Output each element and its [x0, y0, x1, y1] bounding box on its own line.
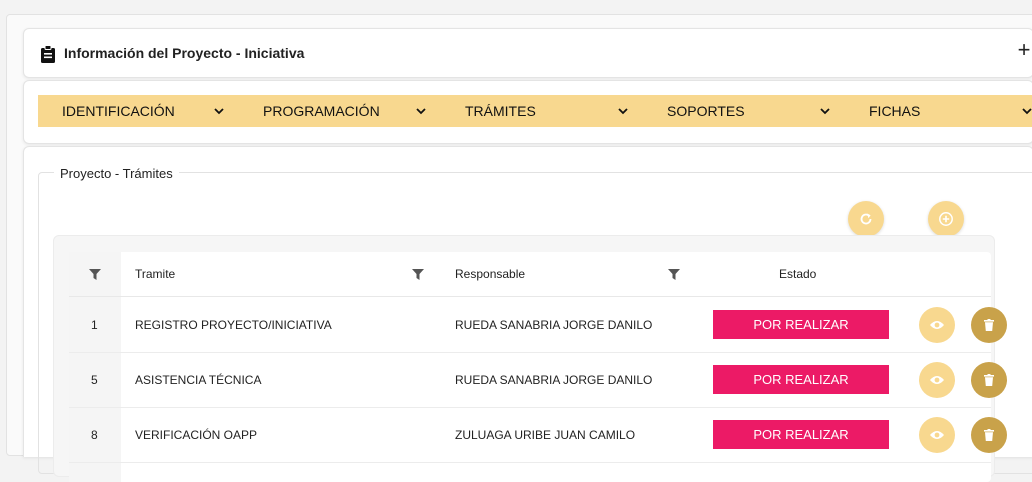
tramites-card: Proyecto - Trámites Tramite Responsable: [23, 146, 1032, 482]
filter-icon: [668, 268, 680, 280]
filter-tramite-button[interactable]: [412, 252, 424, 296]
eye-icon: [930, 321, 944, 329]
eye-icon: [930, 431, 944, 439]
refresh-button[interactable]: [848, 201, 884, 237]
tab-programacion[interactable]: PROGRAMACIÓN: [239, 95, 441, 127]
add-tramite-button[interactable]: [928, 201, 964, 237]
trash-icon: [984, 429, 994, 441]
table-row: 5 ASISTENCIA TÉCNICA RUEDA SANABRIA JORG…: [69, 352, 1007, 408]
chevron-down-icon: [214, 108, 224, 115]
view-button[interactable]: [919, 307, 955, 343]
section-legend: Proyecto - Trámites: [54, 166, 179, 181]
chevron-down-icon: [820, 108, 830, 115]
tab-bar: IDENTIFICACIÓN PROGRAMACIÓN TRÁMITES SOP…: [38, 95, 1032, 127]
header-tramite: Tramite: [135, 267, 176, 281]
tabs-card: IDENTIFICACIÓN PROGRAMACIÓN TRÁMITES SOP…: [23, 80, 1032, 144]
view-button[interactable]: [919, 417, 955, 453]
tramites-table: Tramite Responsable Estado 1 REGISTRO PR…: [69, 252, 1007, 482]
filter-icon: [412, 268, 424, 280]
row-responsable: ZULUAGA URIBE JUAN CAMILO: [455, 427, 636, 442]
row-responsable: RUEDA SANABRIA JORGE DANILO: [455, 317, 653, 332]
table-container: Tramite Responsable Estado 1 REGISTRO PR…: [53, 235, 1007, 482]
view-button[interactable]: [919, 362, 955, 398]
filter-icon: [89, 268, 101, 280]
table-row: 8 VERIFICACIÓN OAPP ZULUAGA URIBE JUAN C…: [69, 407, 1007, 463]
tab-fichas[interactable]: FICHAS: [845, 95, 1032, 127]
delete-button[interactable]: [971, 362, 1007, 398]
delete-button[interactable]: [971, 307, 1007, 343]
table-row: 1 REGISTRO PROYECTO/INICIATIVA RUEDA SAN…: [69, 297, 1007, 353]
filter-responsable-button[interactable]: [668, 252, 680, 296]
tab-identificacion[interactable]: IDENTIFICACIÓN: [37, 95, 239, 127]
eye-icon: [930, 376, 944, 384]
tab-label: FICHAS: [869, 103, 921, 119]
header-estado: Estado: [779, 267, 817, 281]
row-number: 8: [91, 427, 98, 442]
chevron-down-icon: [416, 108, 426, 115]
tab-label: SOPORTES: [667, 103, 745, 119]
chevron-down-icon: [618, 108, 628, 115]
row-tramite: ASISTENCIA TÉCNICA: [135, 372, 262, 387]
table-header: Tramite Responsable Estado: [69, 252, 991, 297]
tab-tramites[interactable]: TRÁMITES: [441, 95, 643, 127]
row-tramite: VERIFICACIÓN OAPP: [135, 427, 258, 442]
delete-button[interactable]: [971, 417, 1007, 453]
row-tramite: REGISTRO PROYECTO/INICIATIVA: [135, 317, 332, 332]
header-responsable: Responsable: [455, 267, 526, 281]
project-info-card: Información del Proyecto - Iniciativa +: [23, 28, 1032, 78]
filter-number-button[interactable]: [89, 252, 101, 296]
expand-plus-icon[interactable]: +: [1015, 39, 1032, 61]
status-badge: POR REALIZAR: [713, 365, 889, 394]
status-badge: POR REALIZAR: [713, 420, 889, 449]
tab-soportes[interactable]: SOPORTES: [643, 95, 845, 127]
row-number: 1: [91, 317, 98, 332]
add-circle-icon: [939, 212, 953, 226]
status-badge: POR REALIZAR: [713, 310, 889, 339]
row-number: 5: [91, 372, 98, 387]
trash-icon: [984, 319, 994, 331]
project-info-title: Información del Proyecto - Iniciativa: [64, 45, 305, 61]
row-responsable: RUEDA SANABRIA JORGE DANILO: [455, 372, 653, 387]
trash-icon: [984, 374, 994, 386]
refresh-icon: [860, 213, 872, 225]
tab-label: TRÁMITES: [465, 103, 536, 119]
tab-label: PROGRAMACIÓN: [263, 103, 380, 119]
chevron-down-icon: [1022, 108, 1032, 115]
tab-label: IDENTIFICACIÓN: [62, 103, 175, 119]
clipboard-icon: [41, 45, 55, 63]
